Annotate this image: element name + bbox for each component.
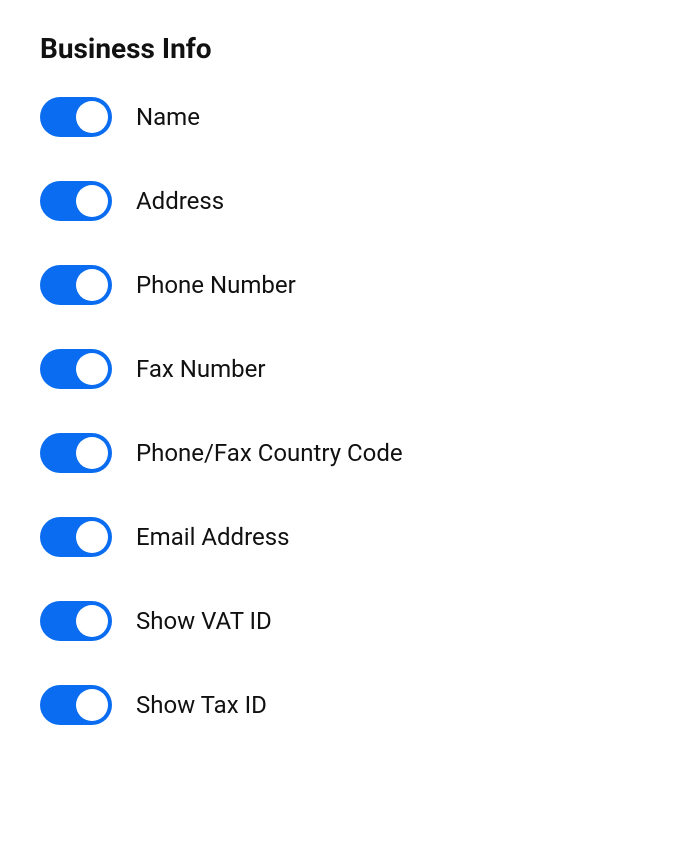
toggle-knob-icon	[76, 269, 108, 301]
toggle-knob-icon	[76, 521, 108, 553]
toggle-label: Fax Number	[136, 355, 266, 383]
toggle-row-phone-number: Phone Number	[40, 265, 660, 305]
toggle-fax-number[interactable]	[40, 349, 112, 389]
toggle-row-email-address: Email Address	[40, 517, 660, 557]
toggle-knob-icon	[76, 185, 108, 217]
toggle-label: Phone/Fax Country Code	[136, 439, 403, 467]
toggle-show-vat-id[interactable]	[40, 601, 112, 641]
toggle-address[interactable]	[40, 181, 112, 221]
toggle-knob-icon	[76, 437, 108, 469]
toggle-knob-icon	[76, 689, 108, 721]
toggle-knob-icon	[76, 353, 108, 385]
toggle-knob-icon	[76, 101, 108, 133]
toggle-row-address: Address	[40, 181, 660, 221]
toggle-label: Show Tax ID	[136, 691, 267, 719]
toggle-label: Name	[136, 103, 200, 131]
toggle-row-phone-fax-country-code: Phone/Fax Country Code	[40, 433, 660, 473]
toggle-label: Email Address	[136, 523, 290, 551]
toggle-label: Phone Number	[136, 271, 296, 299]
toggle-list: Name Address Phone Number Fax Number Pho…	[40, 97, 660, 725]
toggle-row-show-vat-id: Show VAT ID	[40, 601, 660, 641]
toggle-name[interactable]	[40, 97, 112, 137]
toggle-row-name: Name	[40, 97, 660, 137]
toggle-row-fax-number: Fax Number	[40, 349, 660, 389]
toggle-knob-icon	[76, 605, 108, 637]
toggle-label: Address	[136, 187, 224, 215]
section-title: Business Info	[40, 32, 660, 65]
toggle-phone-fax-country-code[interactable]	[40, 433, 112, 473]
toggle-row-show-tax-id: Show Tax ID	[40, 685, 660, 725]
toggle-phone-number[interactable]	[40, 265, 112, 305]
toggle-show-tax-id[interactable]	[40, 685, 112, 725]
toggle-email-address[interactable]	[40, 517, 112, 557]
toggle-label: Show VAT ID	[136, 607, 272, 635]
